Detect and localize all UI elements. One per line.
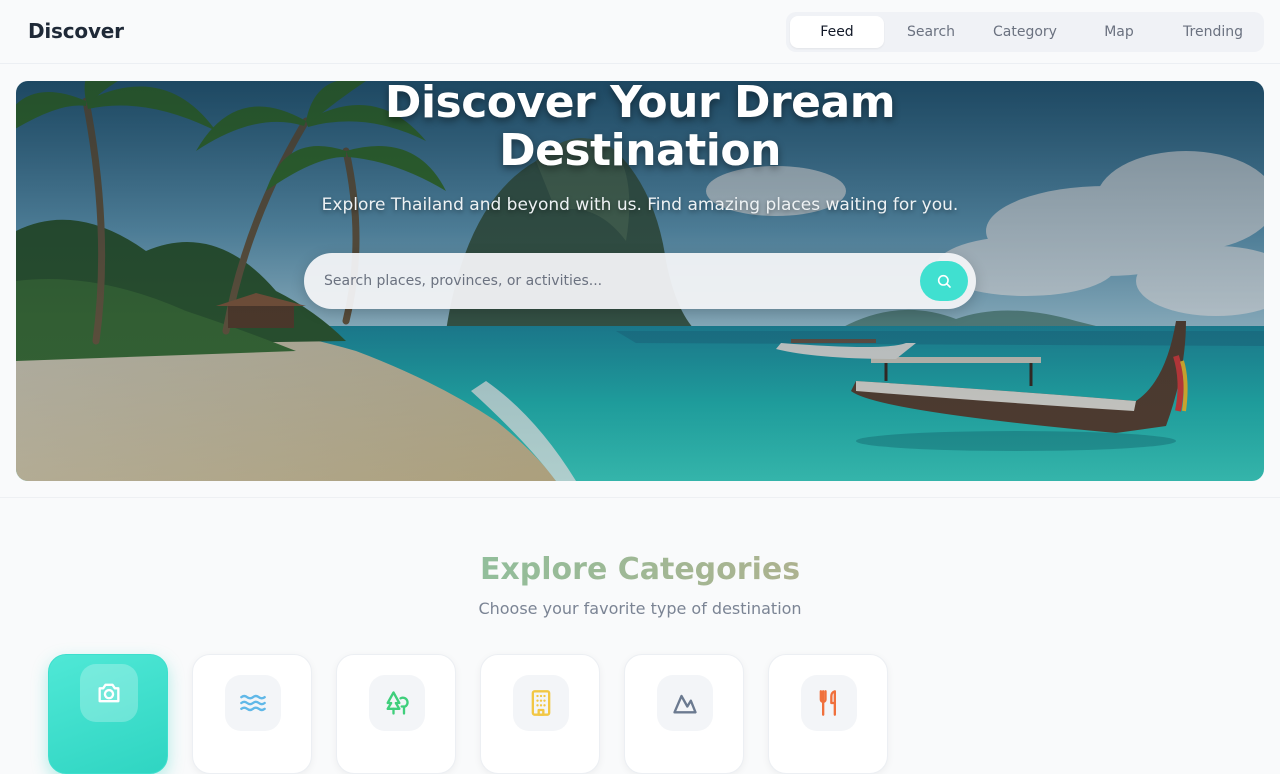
- building-icon: [531, 690, 551, 716]
- category-icon-wrap: [225, 675, 281, 731]
- section-divider: [0, 497, 1280, 498]
- category-card-photography[interactable]: [48, 654, 168, 774]
- tab-map[interactable]: Map: [1072, 16, 1166, 48]
- tab-category[interactable]: Category: [978, 16, 1072, 48]
- category-card-nature[interactable]: [336, 654, 456, 774]
- brand-logo[interactable]: Discover: [28, 19, 124, 43]
- category-card-beach[interactable]: [192, 654, 312, 774]
- categories-title: Explore Categories: [340, 552, 940, 587]
- waves-icon: [240, 694, 266, 712]
- camera-icon: [98, 683, 120, 703]
- nav-tabs: Feed Search Category Map Trending: [786, 12, 1264, 52]
- category-card-mountain[interactable]: [624, 654, 744, 774]
- tab-feed[interactable]: Feed: [790, 16, 884, 48]
- hero-subtitle: Explore Thailand and beyond with us. Fin…: [321, 195, 959, 215]
- mountain-icon: [673, 694, 697, 714]
- category-icon-wrap: [801, 675, 857, 731]
- top-navbar: Discover Feed Search Category Map Trendi…: [0, 0, 1280, 64]
- search-input[interactable]: [324, 267, 904, 295]
- category-card-food[interactable]: [768, 654, 888, 774]
- hero-banner: Discover Your Dream Destination Explore …: [16, 81, 1264, 481]
- category-icon-wrap: [80, 664, 138, 722]
- tab-search[interactable]: Search: [884, 16, 978, 48]
- search-button[interactable]: [920, 261, 968, 301]
- hero-title: Discover Your Dream Destination: [384, 81, 896, 176]
- category-card-city[interactable]: [480, 654, 600, 774]
- hero-search-bar: [304, 253, 976, 309]
- tab-trending[interactable]: Trending: [1166, 16, 1260, 48]
- search-icon: [937, 274, 951, 288]
- categories-subtitle: Choose your favorite type of destination: [478, 599, 802, 618]
- category-icon-wrap: [513, 675, 569, 731]
- trees-icon: [386, 691, 409, 715]
- utensils-icon: [819, 690, 836, 716]
- category-icon-wrap: [369, 675, 425, 731]
- category-icon-wrap: [657, 675, 713, 731]
